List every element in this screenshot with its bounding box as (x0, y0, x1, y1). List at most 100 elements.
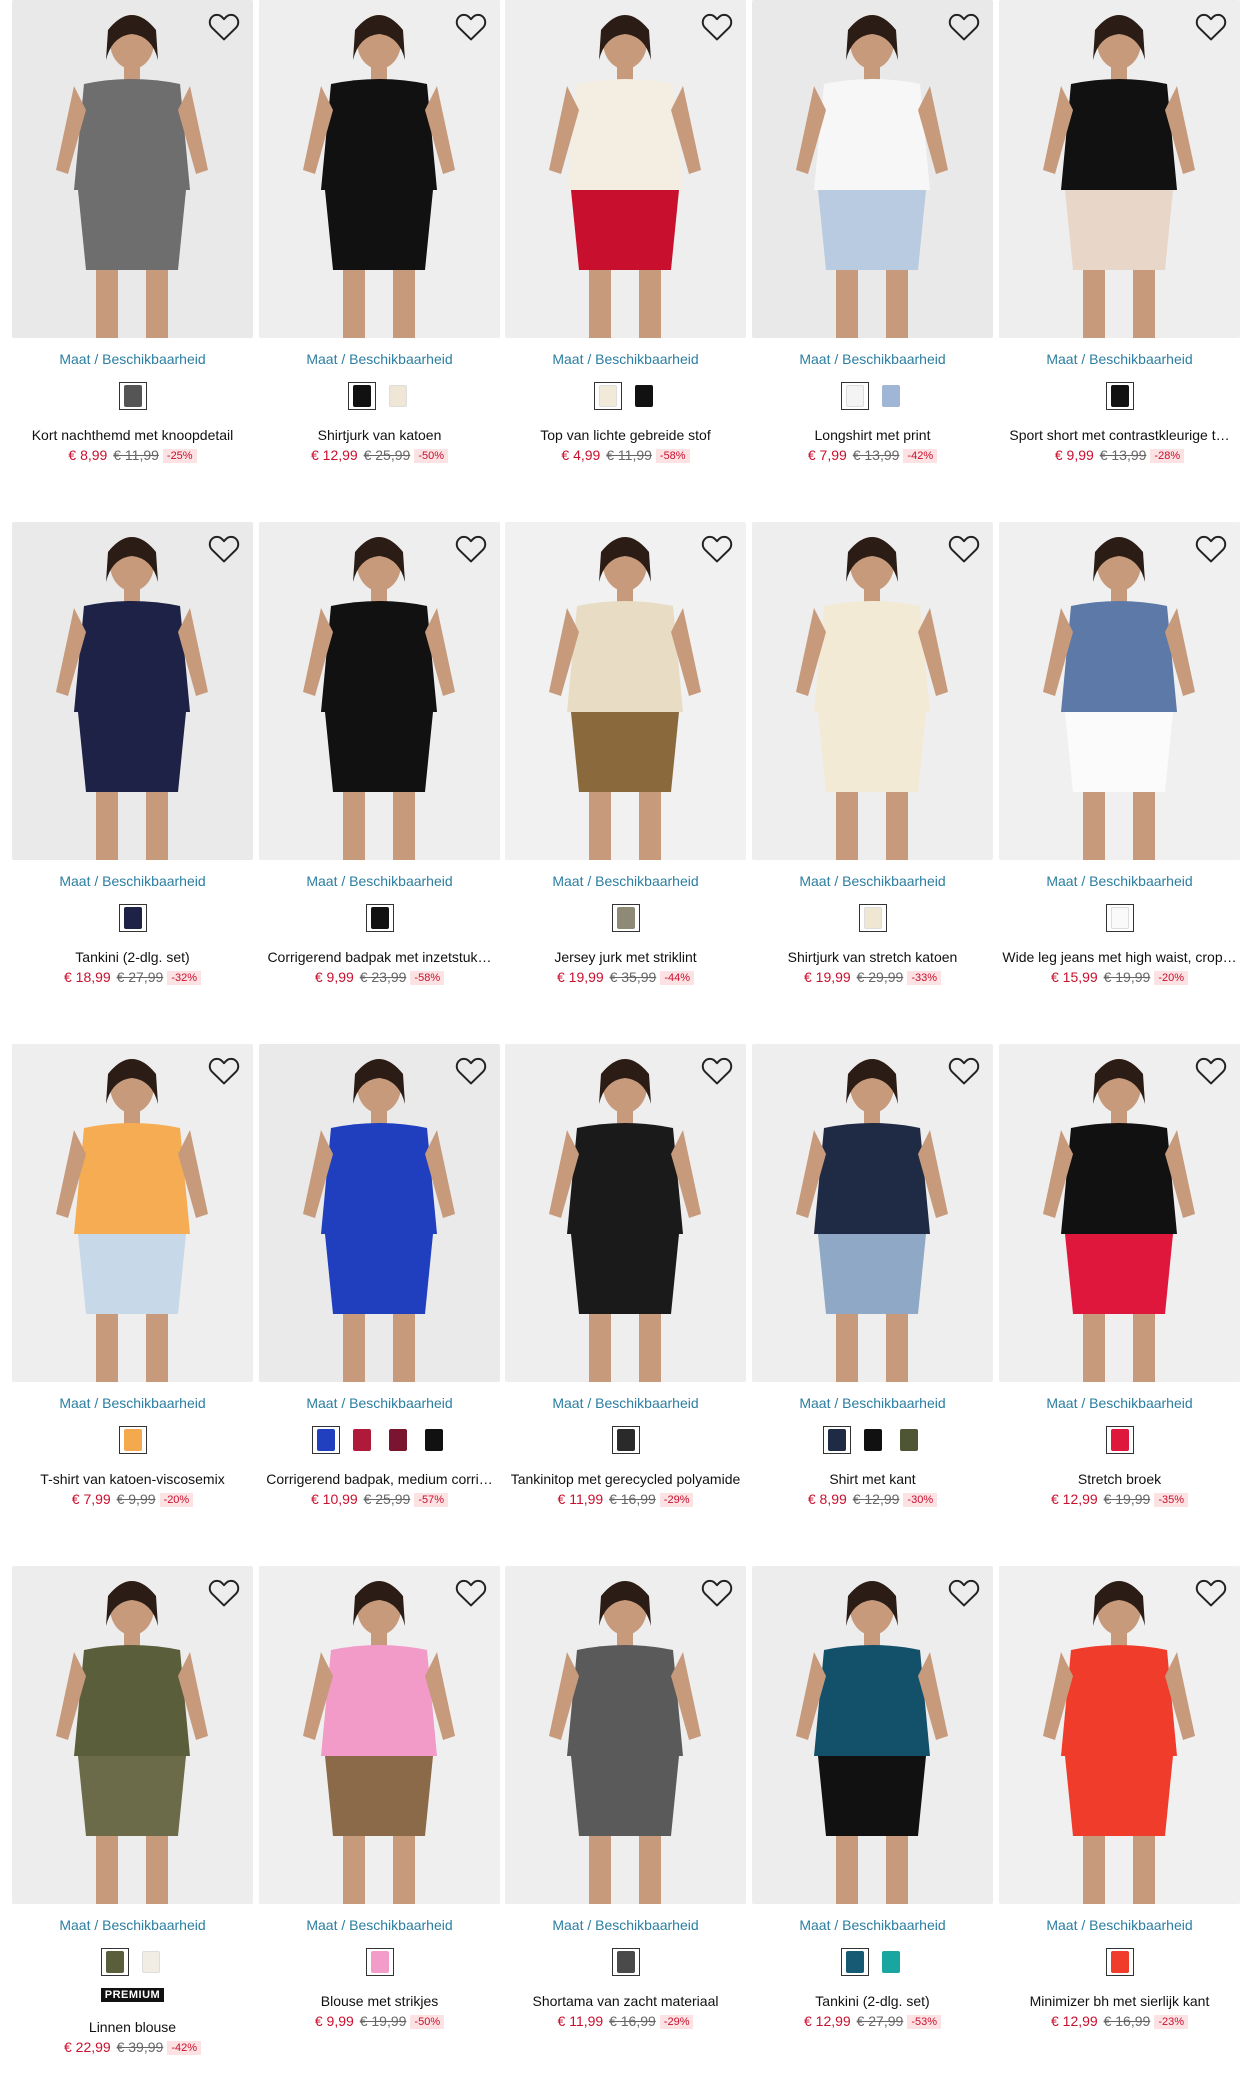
wishlist-heart-icon[interactable] (207, 1576, 241, 1608)
wishlist-heart-icon[interactable] (454, 1054, 488, 1086)
shirt-navy-product-image[interactable] (752, 1044, 993, 1382)
color-swatch[interactable] (1105, 1426, 1134, 1454)
product-card[interactable]: Maat / Beschikbaarheid Longshirt met prin… (752, 0, 993, 480)
wishlist-heart-icon[interactable] (947, 10, 981, 42)
size-availability-link[interactable]: Maat / Beschikbaarheid (505, 1917, 746, 1933)
wishlist-heart-icon[interactable] (454, 1576, 488, 1608)
size-availability-link[interactable]: Maat / Beschikbaarheid (12, 351, 253, 367)
size-availability-link[interactable]: Maat / Beschikbaarheid (999, 1395, 1240, 1411)
product-card[interactable]: Maat / Beschikbaarheid Tankinitop met ger… (505, 1044, 746, 1524)
wishlist-heart-icon[interactable] (1194, 532, 1228, 564)
blouse-olive-product-image[interactable] (12, 1566, 253, 1904)
size-availability-link[interactable]: Maat / Beschikbaarheid (12, 1395, 253, 1411)
size-availability-link[interactable]: Maat / Beschikbaarheid (752, 1917, 993, 1933)
color-swatch[interactable] (384, 1426, 412, 1454)
wishlist-heart-icon[interactable] (207, 1054, 241, 1086)
wishlist-heart-icon[interactable] (454, 10, 488, 42)
product-name[interactable]: Shirt met kant (752, 1471, 993, 1487)
size-availability-link[interactable]: Maat / Beschikbaarheid (12, 873, 253, 889)
product-name[interactable]: Top van lichte gebreide stof (505, 427, 746, 443)
product-card[interactable]: Maat / Beschikbaarheid Shirtjurk van stre… (752, 522, 993, 1002)
wishlist-heart-icon[interactable] (700, 1054, 734, 1086)
wishlist-heart-icon[interactable] (700, 532, 734, 564)
tshirt-white-product-image[interactable] (752, 0, 993, 338)
color-swatch[interactable] (384, 382, 412, 410)
color-swatch[interactable] (347, 382, 376, 410)
wishlist-heart-icon[interactable] (947, 1054, 981, 1086)
wishlist-heart-icon[interactable] (700, 10, 734, 42)
product-card[interactable]: Maat / Beschikbaarheid Tankini (2-dlg. se… (752, 1566, 993, 2046)
product-name[interactable]: Blouse met strikjes (259, 1993, 500, 2009)
color-swatch[interactable] (1105, 904, 1134, 932)
tshirt-orange-product-image[interactable] (12, 1044, 253, 1382)
color-swatch[interactable] (365, 1948, 394, 1976)
size-availability-link[interactable]: Maat / Beschikbaarheid (259, 1917, 500, 1933)
product-name[interactable]: Longshirt met print (752, 427, 993, 443)
color-swatch[interactable] (611, 1426, 640, 1454)
color-swatch[interactable] (100, 1948, 129, 1976)
wishlist-heart-icon[interactable] (947, 532, 981, 564)
wishlist-heart-icon[interactable] (700, 1576, 734, 1608)
color-swatch[interactable] (1105, 382, 1134, 410)
tankini-floral-product-image[interactable] (505, 1044, 746, 1382)
product-name[interactable]: Tankinitop met gerecycled polyamide (505, 1471, 746, 1487)
tankini-navy-product-image[interactable] (12, 522, 253, 860)
color-swatch[interactable] (593, 382, 622, 410)
blouse-pink-product-image[interactable] (259, 1566, 500, 1904)
product-name[interactable]: Jersey jurk met striklint (505, 949, 746, 965)
color-swatch[interactable] (611, 904, 640, 932)
color-swatch[interactable] (877, 382, 905, 410)
trousers-red-product-image[interactable] (999, 1044, 1240, 1382)
size-availability-link[interactable]: Maat / Beschikbaarheid (505, 351, 746, 367)
color-swatch[interactable] (137, 1948, 165, 1976)
product-name[interactable]: Stretch broek (999, 1471, 1240, 1487)
color-swatch[interactable] (420, 1426, 448, 1454)
color-swatch[interactable] (859, 1426, 887, 1454)
product-card[interactable]: Maat / Beschikbaarheid Shortama van zacht… (505, 1566, 746, 2046)
wishlist-heart-icon[interactable] (1194, 10, 1228, 42)
size-availability-link[interactable]: Maat / Beschikbaarheid (752, 1395, 993, 1411)
product-card[interactable]: Maat / Beschikbaarheid Stretch broek € 12,… (999, 1044, 1240, 1524)
product-name[interactable]: Shortama van zacht materiaal (505, 1993, 746, 2009)
product-card[interactable]: Maat / Beschikbaarheid Kort nachthemd met… (12, 0, 253, 480)
wishlist-heart-icon[interactable] (207, 10, 241, 42)
product-card[interactable]: Maat / Beschikbaarheid PREMIUM Linnen blou… (12, 1566, 253, 2055)
wishlist-heart-icon[interactable] (454, 532, 488, 564)
color-swatch[interactable] (311, 1426, 340, 1454)
color-swatch[interactable] (118, 1426, 147, 1454)
size-availability-link[interactable]: Maat / Beschikbaarheid (752, 873, 993, 889)
size-availability-link[interactable]: Maat / Beschikbaarheid (259, 1395, 500, 1411)
wishlist-heart-icon[interactable] (207, 532, 241, 564)
color-swatch[interactable] (611, 1948, 640, 1976)
shorts-black-product-image[interactable] (999, 0, 1240, 338)
dress-cream-product-image[interactable] (752, 522, 993, 860)
product-card[interactable]: Maat / Beschikbaarheid Minimizer bh met s… (999, 1566, 1240, 2046)
size-availability-link[interactable]: Maat / Beschikbaarheid (999, 873, 1240, 889)
size-availability-link[interactable]: Maat / Beschikbaarheid (259, 351, 500, 367)
product-name[interactable]: Corrigerend badpak, medium corri… (259, 1471, 500, 1487)
product-name[interactable]: Shirtjurk van katoen (259, 427, 500, 443)
product-name[interactable]: Tankini (2-dlg. set) (12, 949, 253, 965)
color-swatch[interactable] (822, 1426, 851, 1454)
wishlist-heart-icon[interactable] (1194, 1054, 1228, 1086)
size-availability-link[interactable]: Maat / Beschikbaarheid (505, 1395, 746, 1411)
maxi-dress-print-product-image[interactable] (505, 522, 746, 860)
color-swatch[interactable] (630, 382, 658, 410)
product-name[interactable]: Sport short met contrastkleurige t… (999, 427, 1240, 443)
top-cream-product-image[interactable] (505, 0, 746, 338)
product-card[interactable]: Maat / Beschikbaarheid Wide leg jeans met… (999, 522, 1240, 1002)
product-card[interactable]: Maat / Beschikbaarheid Blouse met strikje… (259, 1566, 500, 2046)
product-card[interactable]: Maat / Beschikbaarheid Corrigerend badpak… (259, 1044, 500, 1524)
color-swatch[interactable] (840, 1948, 869, 1976)
product-card[interactable]: Maat / Beschikbaarheid Tankini (2-dlg. se… (12, 522, 253, 1002)
product-name[interactable]: Wide leg jeans met high waist, crop… (999, 949, 1240, 965)
product-card[interactable]: Maat / Beschikbaarheid Sport short met co… (999, 0, 1240, 480)
product-card[interactable]: Maat / Beschikbaarheid Top van lichte geb… (505, 0, 746, 480)
size-availability-link[interactable]: Maat / Beschikbaarheid (999, 351, 1240, 367)
color-swatch[interactable] (840, 382, 869, 410)
shortama-grey-product-image[interactable] (505, 1566, 746, 1904)
dress-black-product-image[interactable] (259, 0, 500, 338)
product-name[interactable]: Minimizer bh met sierlijk kant (999, 1993, 1240, 2009)
size-availability-link[interactable]: Maat / Beschikbaarheid (752, 351, 993, 367)
product-name[interactable]: Tankini (2-dlg. set) (752, 1993, 993, 2009)
